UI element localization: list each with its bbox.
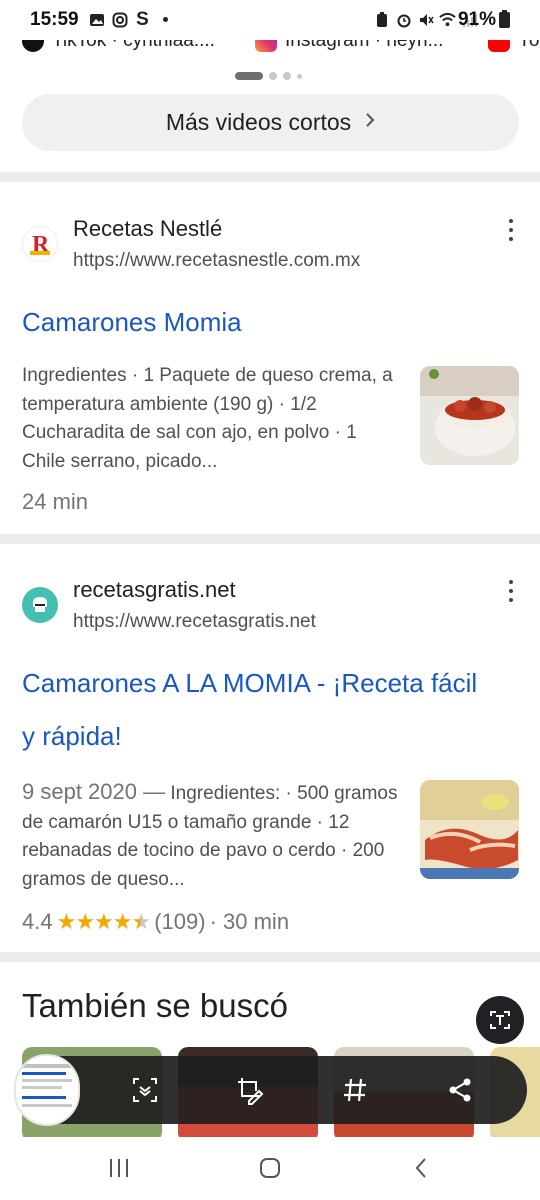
status-notification-icons: S <box>88 8 168 30</box>
home-button[interactable] <box>255 1155 285 1181</box>
result-meta: 4.4 ★★★★★ (109) · 30 min <box>22 909 289 935</box>
hashtag-icon <box>344 1078 366 1102</box>
search-result-recetasgratis: recetasgratis.net https://www.recetasgra… <box>0 544 540 952</box>
result-date: 9 sept 2020 — <box>22 779 166 804</box>
cook-time: · 30 min <box>209 909 290 934</box>
text-select-button[interactable] <box>476 996 524 1044</box>
result-thumbnail[interactable] <box>420 780 519 879</box>
pagination-dot <box>283 72 291 80</box>
more-options-icon[interactable] <box>505 219 517 241</box>
status-bar: 15:59 S 91% <box>0 0 540 40</box>
section-divider <box>0 952 540 962</box>
pagination-dot-active <box>235 72 263 80</box>
home-icon <box>260 1158 280 1178</box>
more-options-icon[interactable] <box>505 580 517 602</box>
battery-percent: 91% <box>457 9 496 30</box>
crop-edit-icon <box>238 1078 264 1105</box>
rating-stars-icon: ★★★★★ <box>56 909 152 934</box>
mute-icon <box>417 11 434 28</box>
rating-value: 4.4 <box>22 909 53 934</box>
add-tags-button[interactable] <box>335 1070 375 1110</box>
text-select-icon <box>490 1011 510 1029</box>
result-meta: 24 min <box>22 489 88 515</box>
section-divider <box>0 172 540 182</box>
result-title-link[interactable]: Camarones Momia <box>22 296 527 349</box>
system-navigation-bar <box>0 1137 540 1200</box>
alarm-icon <box>395 11 412 28</box>
battery-saver-icon <box>373 11 390 28</box>
section-divider <box>0 534 540 544</box>
site-url[interactable]: https://www.recetasnestle.com.mx <box>73 250 360 272</box>
more-short-videos-label: Más videos cortos <box>165 109 352 135</box>
recent-apps-icon <box>110 1159 128 1177</box>
site-url[interactable]: https://www.recetasgratis.net <box>73 611 316 633</box>
gallery-icon <box>88 11 105 28</box>
status-time: 15:59 <box>30 9 79 30</box>
share-button[interactable] <box>440 1070 480 1110</box>
scroll-capture-icon <box>133 1078 157 1102</box>
more-notifications-dot <box>163 17 168 22</box>
battery-icon <box>499 10 510 28</box>
result-thumbnail[interactable] <box>420 366 519 465</box>
share-icon <box>449 1078 471 1102</box>
review-count: (109) <box>154 909 206 934</box>
scroll-capture-button[interactable] <box>125 1070 165 1110</box>
back-icon <box>415 1158 426 1178</box>
carousel-pagination <box>235 72 302 80</box>
site-name[interactable]: recetasgratis.net <box>73 577 236 603</box>
screenshot-preview-thumbnail[interactable] <box>14 1054 80 1126</box>
more-short-videos-button[interactable]: Más videos cortos <box>22 94 519 151</box>
recetasgratis-logo-icon <box>22 587 58 623</box>
chevron-right-icon <box>365 111 375 134</box>
s-app-icon: S <box>136 8 149 30</box>
result-title-line: y rápida! <box>22 721 122 751</box>
result-snippet: 9 sept 2020 — Ingredientes: · 500 gramos… <box>22 778 402 894</box>
back-button[interactable] <box>406 1155 436 1181</box>
pagination-dot <box>269 72 277 80</box>
instagram-status-icon <box>111 11 128 28</box>
cook-time: 24 min <box>22 489 89 514</box>
wifi-icon <box>439 11 456 28</box>
pagination-dot <box>297 73 302 79</box>
result-title-line: Camarones A LA MOMIA - ¡Receta fácil <box>22 668 478 698</box>
result-title-link[interactable]: Camarones A LA MOMIA - ¡Receta fácil y r… <box>22 657 527 763</box>
recent-apps-button[interactable] <box>104 1155 134 1181</box>
search-result-nestle: R Recetas Nestlé https://www.recetasnest… <box>0 182 540 534</box>
recetas-nestle-logo-icon: R <box>22 226 58 262</box>
edit-screenshot-button[interactable] <box>230 1070 270 1110</box>
also-searched-heading: También se buscó <box>22 987 288 1024</box>
site-name[interactable]: Recetas Nestlé <box>73 216 222 242</box>
result-snippet: Ingredientes · 1 Paquete de queso crema,… <box>22 365 393 472</box>
